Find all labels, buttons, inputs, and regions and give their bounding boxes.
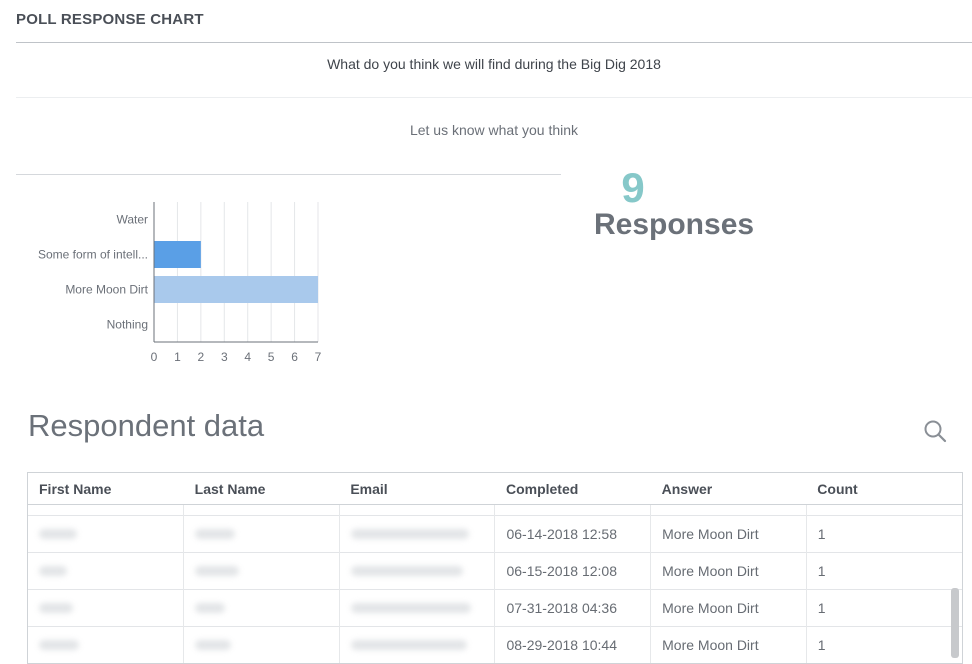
- search-icon: [924, 420, 947, 443]
- answer-cell: More Moon Dirt: [650, 552, 807, 590]
- completed-cell: 06-15-2018 12:08: [494, 552, 651, 590]
- answer-cell: More Moon Dirt: [650, 626, 807, 663]
- redacted-cell: [183, 515, 340, 553]
- count-cell: 1: [805, 626, 962, 663]
- poll-subtitle: Let us know what you think: [409, 122, 579, 138]
- x-tick-label: 6: [291, 350, 298, 364]
- redacted-cell: [28, 589, 184, 627]
- column-header[interactable]: Answer: [650, 473, 807, 505]
- table-cell: [494, 504, 651, 516]
- question-divider: [16, 97, 972, 98]
- answer-cell: More Moon Dirt: [650, 589, 807, 627]
- respondent-table: First Name Last Name Email Completed Ans…: [27, 472, 963, 664]
- redacted-cell: [28, 515, 184, 553]
- completed-cell: 08-29-2018 10:44: [494, 626, 651, 663]
- redacted-cell: [183, 504, 340, 516]
- x-tick-label: 3: [221, 350, 228, 364]
- table-row[interactable]: 06-14-2018 12:58 More Moon Dirt 1: [28, 515, 962, 553]
- redacted-cell: [183, 626, 340, 663]
- header-divider: [16, 42, 972, 43]
- chart-bar: [154, 241, 201, 268]
- x-tick-label: 4: [244, 350, 251, 364]
- redacted-cell: [28, 552, 184, 590]
- column-header[interactable]: Last Name: [183, 473, 340, 505]
- chart-divider: [16, 174, 561, 175]
- count-cell: 1: [805, 589, 962, 627]
- x-tick-label: 7: [315, 350, 322, 364]
- redacted-cell: [183, 552, 340, 590]
- x-tick-label: 1: [174, 350, 181, 364]
- redacted-cell: [338, 504, 495, 516]
- respondent-data-title: Respondent data: [28, 408, 265, 443]
- count-cell: 1: [805, 515, 962, 553]
- category-label: Nothing: [107, 318, 148, 332]
- table-row[interactable]: 08-29-2018 10:44 More Moon Dirt 1: [28, 626, 962, 663]
- x-tick-label: 2: [198, 350, 205, 364]
- redacted-cell: [338, 589, 495, 627]
- table-cell: [805, 504, 962, 516]
- table-header-row: First Name Last Name Email Completed Ans…: [28, 473, 962, 505]
- category-label: Water: [116, 213, 148, 227]
- completed-cell: 07-31-2018 04:36: [494, 589, 651, 627]
- redacted-cell: [338, 552, 495, 590]
- table-row[interactable]: 06-15-2018 12:08 More Moon Dirt 1: [28, 552, 962, 590]
- chart-bar: [154, 276, 318, 303]
- poll-question: What do you think we will find during th…: [327, 56, 661, 72]
- category-label: More Moon Dirt: [65, 283, 148, 297]
- table-row[interactable]: 07-31-2018 04:36 More Moon Dirt 1: [28, 589, 962, 627]
- response-count-label: Responses: [594, 208, 755, 241]
- redacted-cell: [28, 626, 184, 663]
- x-tick-label: 0: [151, 350, 158, 364]
- redacted-cell: [183, 589, 340, 627]
- search-button[interactable]: [920, 416, 950, 446]
- completed-cell: 06-14-2018 12:58: [494, 515, 651, 553]
- table-cell: [650, 504, 807, 516]
- table-row[interactable]: [28, 504, 962, 516]
- count-cell: 1: [805, 552, 962, 590]
- redacted-cell: [338, 515, 495, 553]
- x-tick-label: 5: [268, 350, 275, 364]
- redacted-cell: [28, 505, 184, 516]
- response-bar-chart: Water Some form of intell... More Moon Dir…: [38, 202, 322, 364]
- category-label: Some form of intell...: [38, 248, 148, 262]
- column-header[interactable]: Email: [339, 473, 495, 505]
- page-title: POLL RESPONSE CHART: [16, 11, 204, 28]
- column-header[interactable]: Completed: [494, 473, 651, 505]
- redacted-cell: [338, 626, 495, 663]
- column-header[interactable]: Count: [806, 473, 962, 505]
- column-header[interactable]: First Name: [28, 473, 184, 505]
- response-count: 9: [621, 164, 645, 211]
- answer-cell: More Moon Dirt: [650, 515, 807, 553]
